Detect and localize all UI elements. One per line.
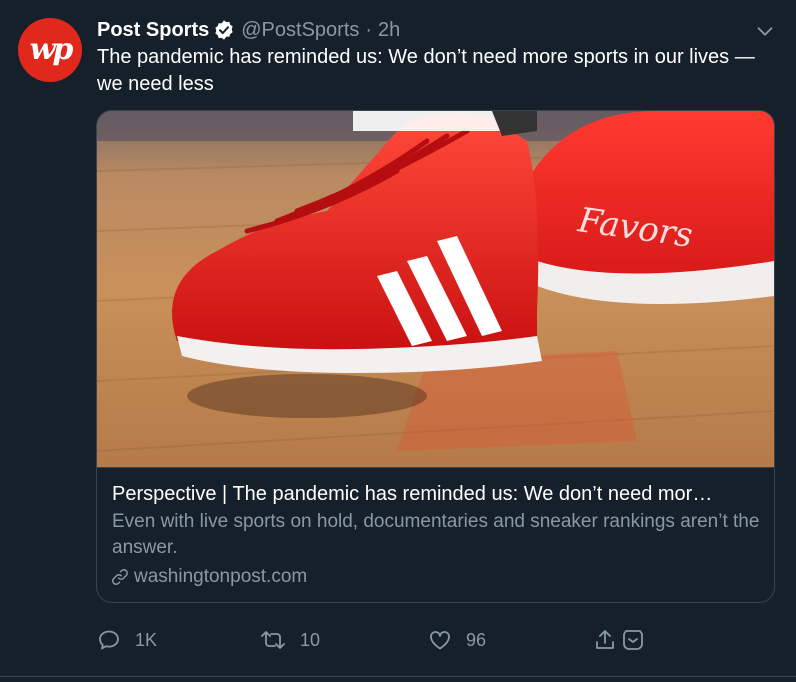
separator: · — [365, 19, 373, 41]
reply-button[interactable]: 1K — [97, 624, 157, 656]
reply-count: 1K — [135, 629, 158, 650]
sneaker-photo: Favors — [97, 111, 774, 467]
link-card[interactable]: Favors Perspective | The pandemic has re… — [96, 110, 775, 603]
card-description: Even with live sports on hold, documenta… — [112, 511, 760, 558]
tweet-text: The pandemic has reminded us: We don’t n… — [97, 46, 755, 95]
save-button[interactable] — [621, 624, 659, 656]
handle[interactable]: @PostSports — [241, 16, 359, 44]
retweet-button[interactable]: 10 — [260, 624, 320, 656]
tweet[interactable]: wp Post Sports @PostSports · 2h The pand… — [0, 0, 796, 682]
like-icon — [430, 631, 450, 650]
card-domain: washingtonpost.com — [110, 564, 307, 590]
card-image[interactable]: Favors — [97, 111, 774, 468]
chevron-down-icon[interactable] — [754, 20, 776, 42]
share-icon — [596, 630, 614, 649]
like-count: 96 — [466, 629, 487, 650]
retweet-count: 10 — [300, 629, 321, 650]
like-button[interactable]: 96 — [428, 624, 486, 656]
divider — [0, 676, 796, 677]
reply-icon — [99, 630, 119, 650]
tweet-header: Post Sports @PostSports · 2h — [97, 16, 400, 44]
verified-icon — [215, 20, 233, 40]
retweet-icon — [261, 631, 285, 649]
save-icon — [623, 630, 643, 650]
avatar-logo: wp — [29, 32, 74, 67]
timestamp[interactable]: 2h — [378, 16, 400, 44]
link-icon — [112, 569, 128, 585]
avatar[interactable]: wp — [18, 18, 82, 82]
display-name[interactable]: Post Sports — [97, 16, 209, 44]
card-title: Perspective | The pandemic has reminded … — [112, 483, 713, 505]
card-domain-text: washingtonpost.com — [134, 566, 308, 587]
